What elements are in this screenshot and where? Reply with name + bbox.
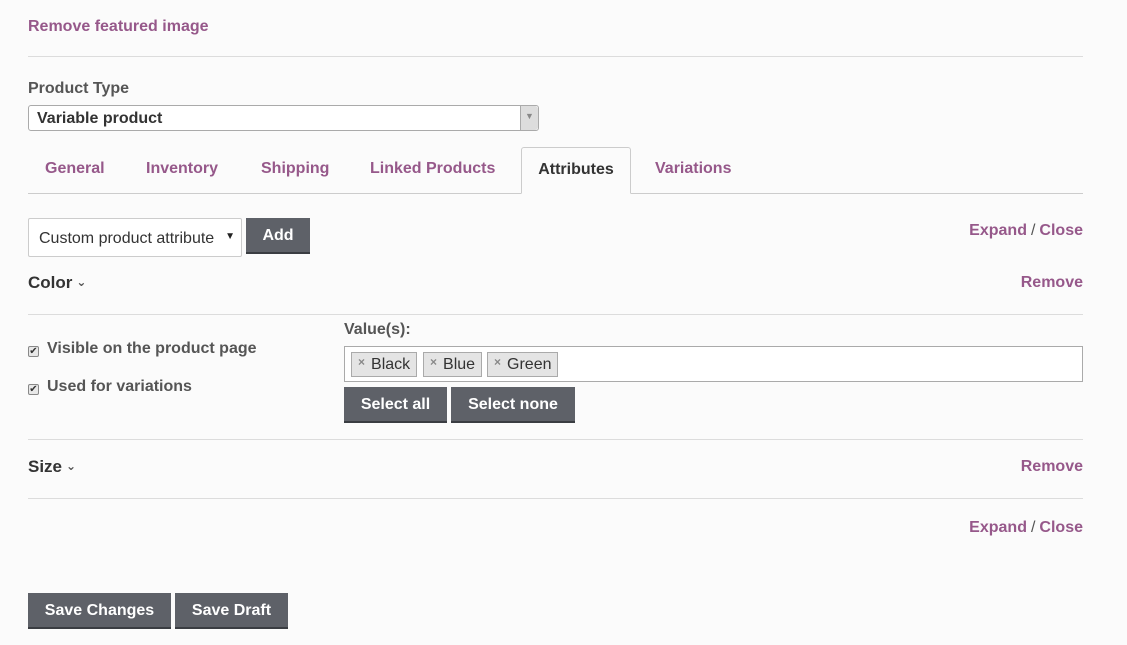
visible-label: Visible on the product page bbox=[47, 340, 257, 357]
value-chip-black[interactable]: × Black bbox=[351, 352, 418, 377]
expand-all-link[interactable]: Expand bbox=[969, 222, 1027, 239]
attribute-name: Size bbox=[28, 457, 63, 476]
divider bbox=[28, 314, 1083, 315]
chevron-down-icon: ⌄ bbox=[66, 459, 77, 473]
select-arrow[interactable]: ▼ bbox=[520, 106, 538, 130]
variations-checkbox[interactable]: ✔ bbox=[28, 384, 39, 395]
save-draft-button[interactable]: Save Draft bbox=[175, 593, 288, 629]
save-changes-button[interactable]: Save Changes bbox=[28, 593, 171, 629]
add-attribute-button[interactable]: Add bbox=[246, 218, 310, 254]
tab-attributes[interactable]: Attributes bbox=[521, 147, 631, 194]
remove-size-attribute-link[interactable]: Remove bbox=[1021, 458, 1083, 476]
values-multiselect[interactable]: × Black × Blue × Green bbox=[344, 346, 1083, 382]
divider bbox=[28, 498, 1083, 499]
select-none-button[interactable]: Select none bbox=[451, 387, 575, 423]
caret-down-icon: ▼ bbox=[525, 111, 534, 121]
visible-checkbox[interactable]: ✔ bbox=[28, 346, 39, 357]
caret-down-icon: ▼ bbox=[225, 231, 235, 242]
expand-all-link[interactable]: Expand bbox=[969, 519, 1027, 536]
product-data-tabs: General Inventory Shipping Linked Produc… bbox=[28, 147, 1083, 194]
attribute-name: Color bbox=[28, 273, 73, 292]
attribute-type-select[interactable]: Custom product attribute ▼ bbox=[28, 218, 242, 257]
tab-variations[interactable]: Variations bbox=[655, 147, 731, 194]
expand-close-top: Expand / Close bbox=[969, 222, 1083, 239]
attribute-color-header[interactable]: Color ⌄ bbox=[28, 273, 86, 293]
variations-label: Used for variations bbox=[47, 378, 192, 395]
remove-featured-image-link[interactable]: Remove featured image bbox=[28, 18, 209, 36]
remove-color-attribute-link[interactable]: Remove bbox=[1021, 274, 1083, 292]
divider bbox=[28, 56, 1083, 57]
tab-shipping[interactable]: Shipping bbox=[261, 147, 329, 194]
tab-inventory[interactable]: Inventory bbox=[146, 147, 218, 194]
value-chip-green[interactable]: × Green bbox=[487, 352, 559, 377]
attribute-type-value: Custom product attribute bbox=[39, 230, 215, 247]
close-all-link[interactable]: Close bbox=[1039, 222, 1083, 239]
values-label: Value(s): bbox=[344, 321, 411, 338]
product-data-panel: Remove featured image Product Type Varia… bbox=[0, 0, 1127, 645]
remove-chip-icon[interactable]: × bbox=[494, 355, 501, 369]
remove-chip-icon[interactable]: × bbox=[358, 355, 365, 369]
tab-linked-products[interactable]: Linked Products bbox=[370, 147, 495, 194]
divider bbox=[28, 439, 1083, 440]
attribute-size-header[interactable]: Size ⌄ bbox=[28, 457, 76, 477]
product-type-label: Product Type bbox=[28, 80, 130, 97]
visible-on-product-page-row[interactable]: ✔ Visible on the product page bbox=[28, 340, 257, 358]
close-all-link[interactable]: Close bbox=[1039, 519, 1083, 536]
select-all-button[interactable]: Select all bbox=[344, 387, 447, 423]
value-chip-blue[interactable]: × Blue bbox=[423, 352, 483, 377]
used-for-variations-row[interactable]: ✔ Used for variations bbox=[28, 378, 192, 396]
product-type-value: Variable product bbox=[37, 110, 163, 127]
remove-chip-icon[interactable]: × bbox=[430, 355, 437, 369]
expand-close-bottom: Expand / Close bbox=[969, 519, 1083, 536]
tab-general[interactable]: General bbox=[45, 147, 105, 194]
chevron-down-icon: ⌄ bbox=[76, 275, 87, 289]
product-type-select[interactable]: Variable product ▼ bbox=[28, 105, 539, 131]
